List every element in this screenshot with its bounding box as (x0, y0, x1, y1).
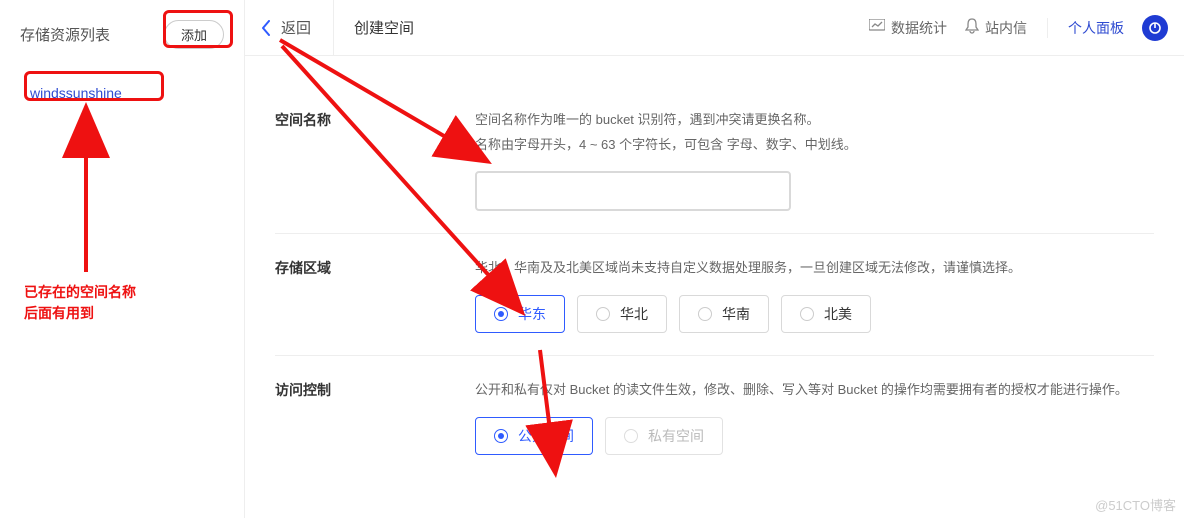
sidebar-list: windssunshine (0, 61, 244, 125)
access-option-label: 公开空间 (518, 426, 574, 446)
region-option-label: 华南 (722, 304, 750, 324)
radio-icon (698, 307, 712, 321)
watermark: @51CTO博客 (1095, 495, 1176, 514)
back-label: 返回 (281, 17, 311, 38)
chart-icon (869, 19, 885, 36)
region-option-east[interactable]: 华东 (475, 295, 565, 333)
profile-link[interactable]: 个人面板 (1068, 18, 1124, 38)
region-option-na[interactable]: 北美 (781, 295, 871, 333)
form-row-access: 访问控制 公开和私有仅对 Bucket 的读文件生效，修改、删除、写入等对 Bu… (275, 355, 1154, 477)
region-option-label: 北美 (824, 304, 852, 324)
label-access: 访问控制 (275, 378, 475, 455)
sidebar-title: 存储资源列表 (20, 24, 110, 45)
hint-region: 华北、华南及及北美区域尚未支持自定义数据处理服务，一旦创建区域无法修改，请谨慎选… (475, 256, 1154, 281)
messages-link[interactable]: 站内信 (965, 18, 1027, 38)
hint-name: 空间名称作为唯一的 bucket 识别符，遇到冲突请更换名称。 名称由字母开头，… (475, 108, 1154, 157)
label-region: 存储区域 (275, 256, 475, 333)
bell-icon (965, 18, 979, 37)
stats-link[interactable]: 数据统计 (869, 18, 947, 38)
stats-label: 数据统计 (891, 18, 947, 38)
region-option-south[interactable]: 华南 (679, 295, 769, 333)
add-button[interactable]: 添加 (164, 20, 224, 49)
radio-icon (494, 429, 508, 443)
avatar-button[interactable] (1142, 15, 1168, 41)
region-option-label: 华北 (620, 304, 648, 324)
form: 空间名称 空间名称作为唯一的 bucket 识别符，遇到冲突请更换名称。 名称由… (245, 56, 1184, 477)
sidebar-item-label: windssunshine (30, 85, 122, 101)
region-option-label: 华东 (518, 304, 546, 324)
chevron-left-icon (261, 20, 271, 36)
region-radio-group: 华东 华北 华南 北美 (475, 295, 1154, 333)
radio-icon (494, 307, 508, 321)
label-name: 空间名称 (275, 108, 475, 211)
messages-label: 站内信 (985, 18, 1027, 38)
header-actions: 数据统计 站内信 个人面板 (869, 15, 1168, 41)
access-option-private: 私有空间 (605, 417, 723, 455)
form-row-region: 存储区域 华北、华南及及北美区域尚未支持自定义数据处理服务，一旦创建区域无法修改… (275, 233, 1154, 355)
sidebar-item-bucket[interactable]: windssunshine (20, 79, 224, 107)
add-button-label: 添加 (181, 28, 207, 43)
form-row-name: 空间名称 空间名称作为唯一的 bucket 识别符，遇到冲突请更换名称。 名称由… (275, 86, 1154, 233)
back-button[interactable]: 返回 (261, 0, 334, 55)
radio-icon (800, 307, 814, 321)
main-header: 返回 创建空间 数据统计 站内信 个人 (245, 0, 1184, 56)
divider (1047, 18, 1048, 38)
radio-icon (596, 307, 610, 321)
power-icon (1148, 21, 1162, 35)
profile-label: 个人面板 (1068, 18, 1124, 38)
sidebar: 存储资源列表 添加 windssunshine (0, 0, 245, 518)
region-option-north[interactable]: 华北 (577, 295, 667, 333)
bucket-name-input[interactable] (475, 171, 791, 211)
main: 返回 创建空间 数据统计 站内信 个人 (245, 0, 1184, 518)
hint-access: 公开和私有仅对 Bucket 的读文件生效，修改、删除、写入等对 Bucket … (475, 378, 1154, 403)
page-title: 创建空间 (354, 17, 414, 38)
access-option-public[interactable]: 公开空间 (475, 417, 593, 455)
radio-icon (624, 429, 638, 443)
access-option-label: 私有空间 (648, 426, 704, 446)
access-radio-group: 公开空间 私有空间 (475, 417, 1154, 455)
